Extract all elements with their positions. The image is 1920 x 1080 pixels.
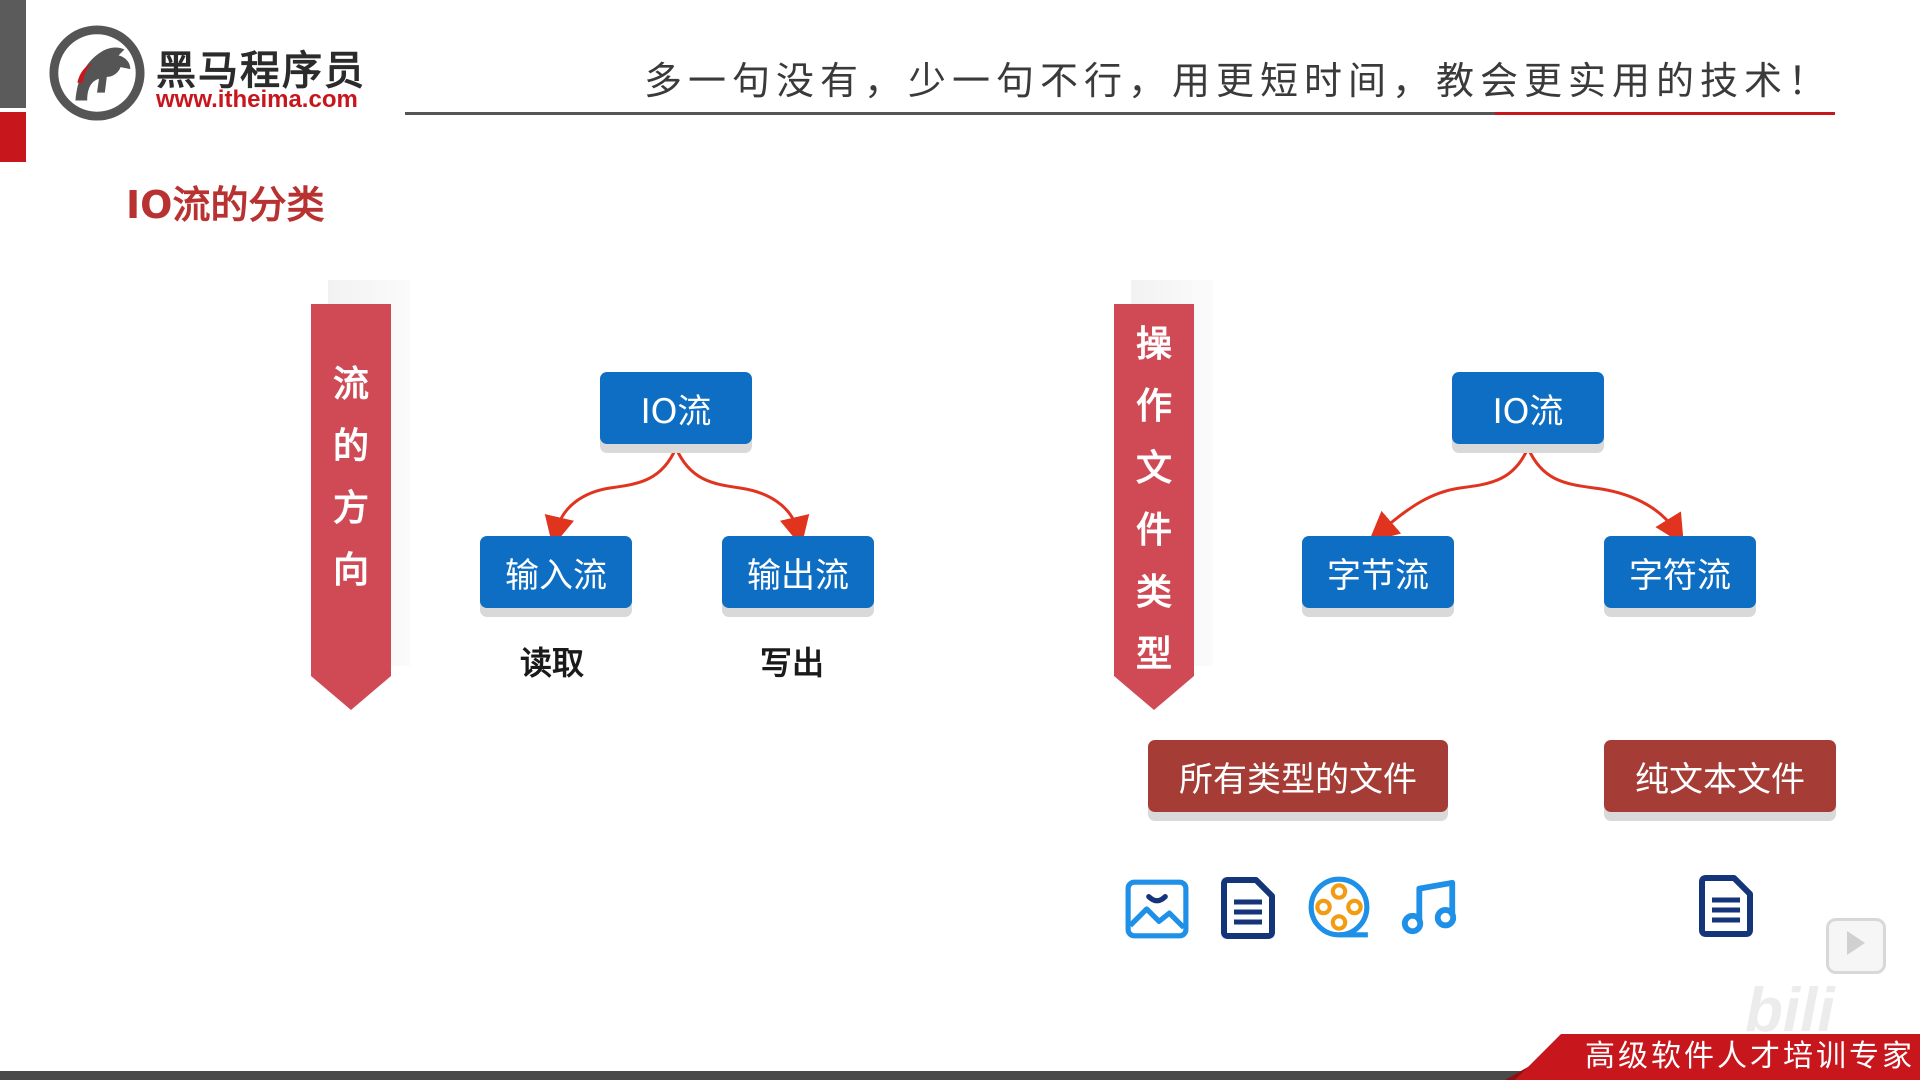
edge-accent-gray <box>0 0 26 108</box>
brand-url: www.itheima.com <box>156 86 358 113</box>
header-divider-accent <box>1495 112 1835 115</box>
document-icon <box>1699 875 1753 937</box>
arrow-right-direction <box>674 447 810 547</box>
ribbon-char: 的 <box>332 426 369 467</box>
ribbon-char: 流 <box>332 364 369 405</box>
ribbon-char: 件 <box>1135 510 1172 551</box>
input-stream-box: 输入流 <box>480 536 632 608</box>
slogan: 多一句没有，少一句不行，用更短时间，教会更实用的技术！ <box>643 59 1832 103</box>
read-caption: 读取 <box>520 644 585 682</box>
ribbon-char: 类 <box>1135 572 1172 613</box>
arrow-left-type <box>1368 447 1530 542</box>
output-stream-box: 输出流 <box>722 536 874 608</box>
ribbon-char: 向 <box>332 550 369 591</box>
ribbon-file-type: 操 作 文 件 类 型 <box>1114 304 1194 710</box>
header-divider <box>405 112 1495 115</box>
ribbon-char: 文 <box>1135 448 1172 489</box>
ribbon-char: 作 <box>1135 386 1172 427</box>
ribbon-char: 方 <box>332 488 369 529</box>
image-icon <box>1125 879 1189 939</box>
slide: 黑马程序员 www.itheima.com 多一句没有，少一句不行，用更短时间，… <box>0 0 1920 1080</box>
document-icon <box>1221 877 1275 939</box>
horse-logo-icon <box>49 25 145 121</box>
arrow-right-type <box>1526 447 1684 545</box>
io-stream-root-direction: IO流 <box>600 372 752 444</box>
section-title: IO流的分类 <box>126 183 325 227</box>
footer-tagline: 高级软件人才培训专家 <box>1585 1039 1915 1074</box>
all-file-types-box: 所有类型的文件 <box>1148 740 1448 812</box>
io-stream-root-type: IO流 <box>1452 372 1604 444</box>
plain-text-file-box: 纯文本文件 <box>1604 740 1836 812</box>
ribbon-direction: 流 的 方 向 <box>311 304 391 710</box>
ribbon-char: 操 <box>1135 324 1172 365</box>
ribbon-char: 型 <box>1135 634 1172 675</box>
play-triangle-icon <box>1847 931 1865 955</box>
film-reel-icon <box>1308 876 1370 938</box>
byte-stream-box: 字节流 <box>1302 536 1454 608</box>
char-stream-box: 字符流 <box>1604 536 1756 608</box>
write-caption: 写出 <box>760 644 825 682</box>
music-note-icon <box>1401 879 1457 935</box>
edge-accent-red <box>0 112 26 162</box>
arrow-left-direction <box>544 447 678 547</box>
